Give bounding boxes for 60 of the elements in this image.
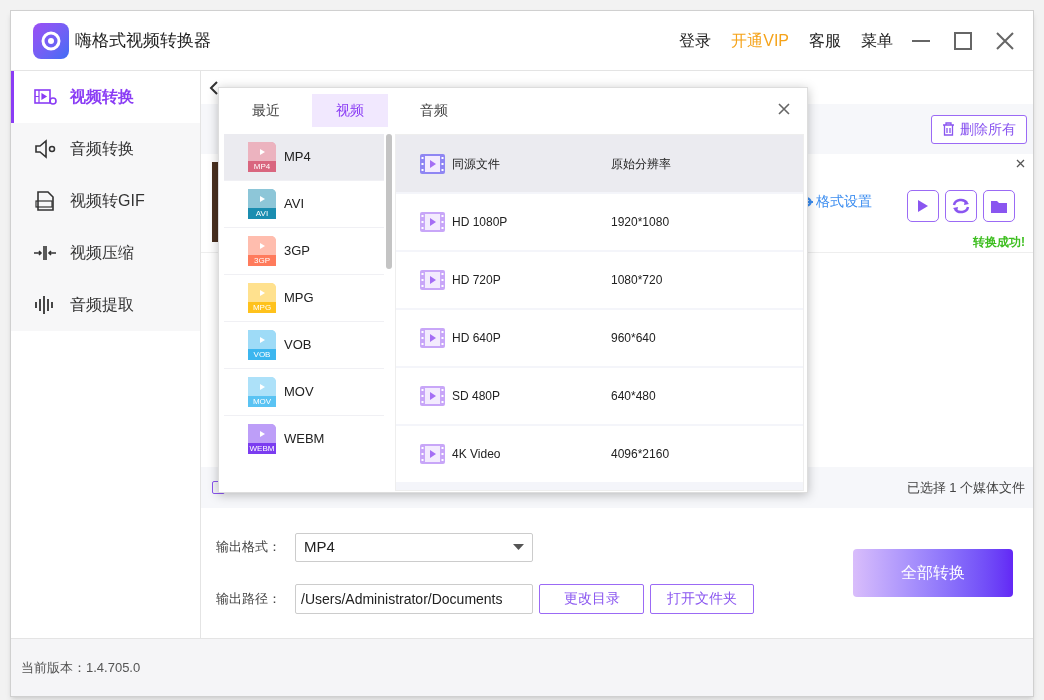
sidebar-item[interactable]: 视频转GIF	[11, 175, 200, 227]
file-format-icon: MP4	[248, 142, 276, 172]
close-icon[interactable]	[995, 30, 1015, 51]
play-button[interactable]	[907, 190, 939, 222]
version-text: 当前版本：1.4.705.0	[21, 658, 141, 677]
window-title: 嗨格式视频转换器	[75, 29, 211, 52]
file-format-icon: MOV	[248, 377, 276, 407]
format-settings-link[interactable]: 格式设置	[816, 191, 872, 212]
resolution-preset[interactable]: HD 640P 960*640	[396, 310, 803, 366]
sidebar-item[interactable]: 音频转换	[11, 123, 200, 175]
close-icon[interactable]	[778, 103, 790, 115]
format-tab[interactable]: 最近	[228, 94, 304, 127]
change-directory-button[interactable]: 更改目录	[539, 583, 644, 614]
video-icon	[34, 87, 58, 107]
film-icon	[420, 444, 445, 464]
delete-all-button[interactable]: 删除所有	[931, 114, 1027, 144]
compress-icon	[34, 243, 58, 263]
format-tab[interactable]: 音频	[396, 94, 472, 127]
film-icon	[420, 212, 445, 232]
file-format-icon: WEBM	[248, 424, 276, 454]
format-dropdown[interactable]: MP4	[295, 532, 533, 562]
film-icon	[420, 328, 445, 348]
resolution-preset[interactable]: 4K Video 4096*2160	[396, 426, 803, 482]
file-format-icon: VOB	[248, 330, 276, 360]
app-logo	[33, 22, 69, 59]
format-tab[interactable]: 视频	[312, 94, 388, 127]
resolution-preset[interactable]: SD 480P 640*480	[396, 368, 803, 424]
output-path-field[interactable]: /Users/Administrator/Documents	[295, 583, 533, 614]
maximize-icon[interactable]	[953, 30, 973, 51]
sidebar-item[interactable]: 音频提取	[11, 279, 200, 331]
convert-button[interactable]	[945, 190, 977, 222]
format-item[interactable]: MP4 MP4	[224, 134, 384, 181]
back-icon[interactable]	[209, 80, 219, 95]
open-folder-button[interactable]: 打开文件夹	[650, 583, 754, 614]
play-icon	[917, 199, 929, 213]
resolution-preset[interactable]: HD 1080P 1920*1080	[396, 194, 803, 250]
film-icon	[420, 270, 445, 290]
audio-icon	[34, 139, 58, 159]
output-format-label: 输出格式：	[216, 538, 281, 557]
conversion-status: 转换成功!	[973, 234, 1025, 251]
resolution-preset[interactable]: 同源文件 原始分辨率	[396, 135, 803, 192]
output-path-label: 输出路径：	[216, 589, 281, 608]
sidebar-item[interactable]: 视频压缩	[11, 227, 200, 279]
refresh-icon	[952, 198, 970, 214]
header-link[interactable]: 客服	[809, 28, 841, 53]
scrollbar-thumb[interactable]	[386, 134, 392, 269]
open-folder-button[interactable]	[983, 190, 1015, 222]
header-link[interactable]: 菜单	[861, 28, 893, 53]
file-format-icon: 3GP	[248, 236, 276, 266]
resolution-preset[interactable]: HD 720P 1080*720	[396, 252, 803, 308]
file-format-icon: MPG	[248, 283, 276, 313]
film-icon	[420, 153, 445, 174]
file-format-icon: AVI	[248, 189, 276, 219]
film-icon	[420, 386, 445, 406]
close-icon[interactable]	[1016, 159, 1025, 168]
trash-icon	[942, 122, 955, 136]
selection-summary: 已选择 1 个媒体文件	[906, 478, 1025, 497]
caret-icon	[513, 544, 524, 550]
header-link[interactable]: 登录	[679, 28, 712, 53]
folder-icon	[990, 198, 1008, 214]
